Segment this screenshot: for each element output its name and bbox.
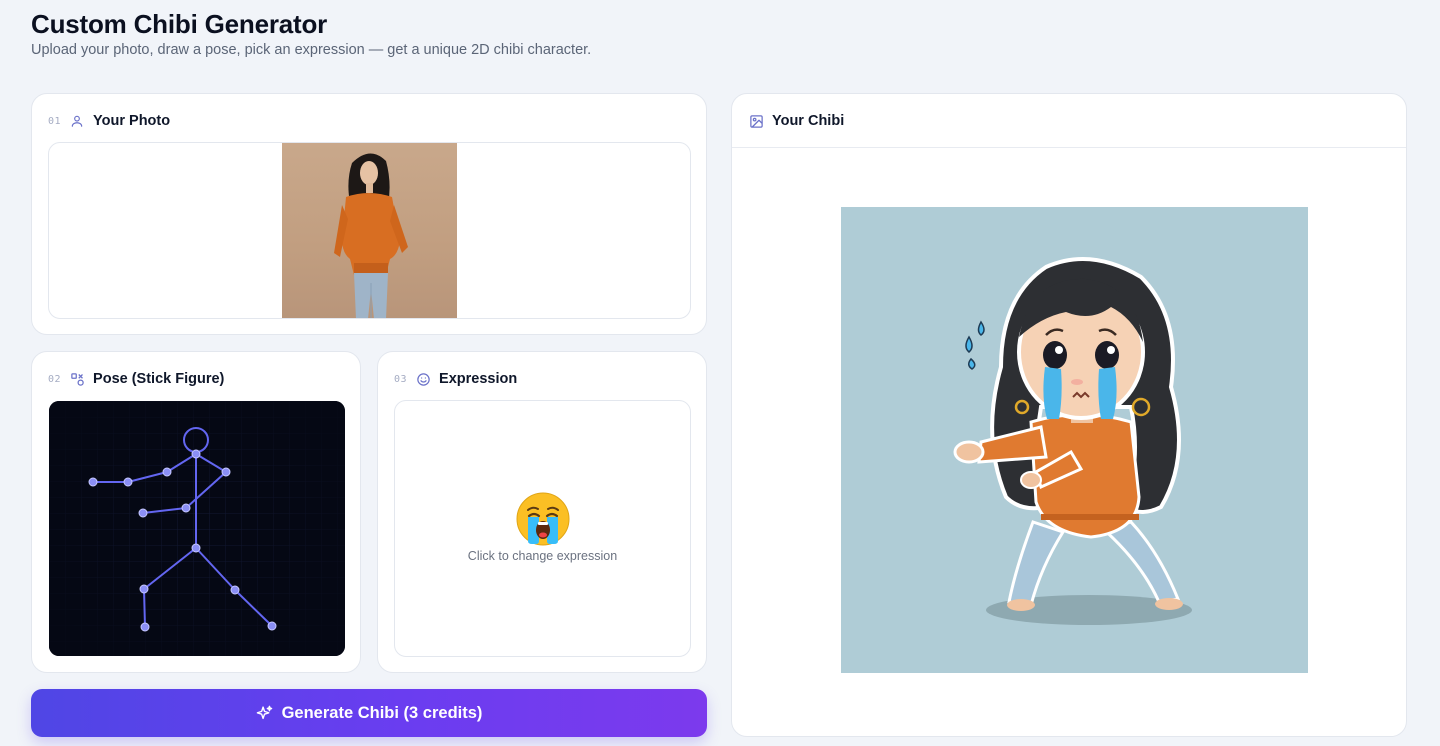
generate-button-label: Generate Chibi (3 credits) [281,703,483,722]
pose-joint[interactable] [139,584,149,594]
photo-upload-area[interactable] [48,142,691,319]
sparkles-icon [256,704,274,722]
user-icon [69,113,85,129]
image-icon [748,113,764,129]
loudly-crying-face-icon [515,491,571,547]
step-number: 02 [48,373,62,385]
page-subtitle: Upload your photo, draw a pose, pick an … [31,42,592,58]
pose-stick-figure[interactable] [49,401,345,656]
pose-joint[interactable] [230,585,240,595]
divider [732,147,1406,148]
expression-card-header: 03 Expression [394,369,517,389]
photo-card-header: 01 Your Photo [48,111,170,131]
result-card-header: Your Chibi [748,111,844,131]
pose-shapes-icon [69,371,85,387]
result-card: Your Chibi [731,93,1407,737]
pose-joint[interactable] [191,543,201,553]
uploaded-photo [282,143,457,318]
pose-card-header: 02 Pose (Stick Figure) [48,369,224,389]
pose-joint[interactable] [140,622,150,632]
smile-icon [415,371,431,387]
expression-picker[interactable]: Click to change expression [394,400,691,657]
page-title: Custom Chibi Generator [31,9,328,39]
pose-joint[interactable] [162,467,172,477]
expression-card: 03 Expression Click to change expression [377,351,707,673]
generate-chibi-button[interactable]: Generate Chibi (3 credits) [31,689,707,737]
pose-joint[interactable] [88,477,98,487]
pose-card: 02 Pose (Stick Figure) [31,351,361,673]
photo-card: 01 Your Photo [31,93,707,335]
step-number: 03 [394,373,408,385]
pose-joint[interactable] [191,449,201,459]
pose-joint[interactable] [267,621,277,631]
card-title: Pose (Stick Figure) [93,371,225,387]
pose-joint[interactable] [221,467,231,477]
card-title: Expression [439,371,518,387]
pose-joint[interactable] [181,503,191,513]
card-title: Your Photo [93,113,171,129]
step-number: 01 [48,115,62,127]
pose-joint[interactable] [138,508,148,518]
expression-hint: Click to change expression [467,549,618,563]
pose-canvas[interactable] [49,401,345,656]
card-title: Your Chibi [772,113,845,129]
pose-joint[interactable] [123,477,133,487]
generated-chibi-image[interactable] [841,207,1308,673]
